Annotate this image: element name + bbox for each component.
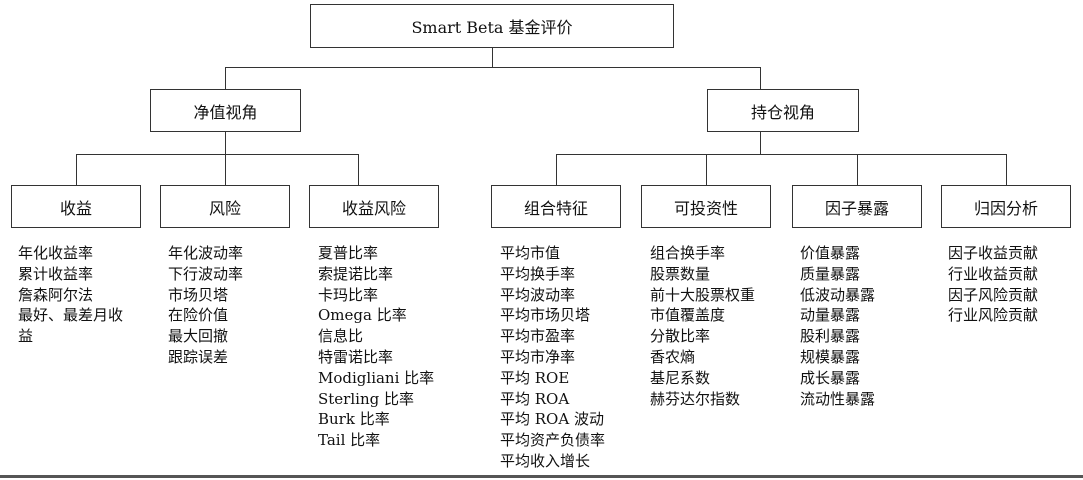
connector-nav-horizontal	[76, 154, 359, 155]
metric-item: 最大回撤	[168, 327, 229, 346]
metric-item: 分散比率	[650, 327, 711, 346]
metric-item: 规模暴露	[800, 347, 861, 366]
category-label-investability: 可投资性	[673, 198, 738, 218]
nav-perspective-node: 净值视角	[150, 89, 301, 132]
metric-item: 市值覆盖度	[650, 306, 726, 325]
category-node-portfolio: 组合特征	[491, 185, 621, 228]
evaluation-tree-diagram: Smart Beta 基金评价 净值视角 持仓视角 收益 风险 收益风险 组合特…	[0, 0, 1083, 480]
metric-item: 动量暴露	[800, 306, 861, 325]
metric-item: 质量暴露	[800, 264, 861, 283]
category-label-risk: 风险	[208, 198, 241, 218]
metric-item: 卡玛比率	[318, 285, 379, 304]
metric-item: 流动性暴露	[800, 389, 876, 408]
metric-item: 特雷诺比率	[318, 347, 394, 366]
metric-item: 因子风险贡献	[948, 285, 1039, 304]
connector-nav-down	[225, 132, 226, 154]
root-node: Smart Beta 基金评价	[310, 4, 674, 48]
metric-item: Sterling 比率	[318, 389, 414, 408]
metric-item: 平均收入增长	[500, 451, 591, 470]
metric-list-return: 年化收益率 累计收益率 詹森阿尔法 最好、最差月收益	[18, 243, 136, 347]
metric-item: 平均市盈率	[500, 327, 576, 346]
metric-item: 平均 ROA	[500, 389, 570, 408]
holding-perspective-node: 持仓视角	[707, 89, 859, 132]
connector-return-risk-up	[358, 154, 359, 185]
holding-perspective-label: 持仓视角	[750, 102, 815, 122]
connector-root-horizontal	[225, 67, 761, 68]
connector-factor-up	[857, 154, 858, 185]
category-node-return-risk: 收益风险	[309, 185, 439, 228]
metric-item: 因子收益贡献	[948, 244, 1039, 262]
connector-nav-up	[225, 67, 226, 89]
metric-item: 平均 ROA 波动	[500, 410, 604, 429]
metric-item: Burk 比率	[318, 410, 390, 429]
metric-item: 平均资产负债率	[500, 431, 606, 450]
metric-item: 下行波动率	[168, 264, 244, 283]
metric-item: 股票数量	[650, 264, 711, 283]
metric-item: 行业风险贡献	[948, 306, 1039, 325]
metric-item: 年化收益率	[18, 244, 94, 262]
metric-item: 累计收益率	[18, 264, 94, 283]
category-label-factor: 因子暴露	[824, 198, 889, 218]
connector-risk-up	[225, 154, 226, 185]
connector-attribution-up	[1006, 154, 1007, 185]
metric-item: 基尼系数	[650, 368, 711, 387]
metric-item: 平均换手率	[500, 264, 576, 283]
category-node-investability: 可投资性	[641, 185, 771, 228]
metric-item: Omega 比率	[318, 306, 407, 325]
metric-item: 低波动暴露	[800, 285, 876, 304]
root-node-label: Smart Beta 基金评价	[411, 18, 573, 37]
metric-item: 平均波动率	[500, 285, 576, 304]
connector-holding-down	[760, 132, 761, 154]
metric-item: 平均市净率	[500, 347, 576, 366]
metric-list-factor: 价值暴露 质量暴露 低波动暴露 动量暴露 股利暴露 规模暴露 成长暴露 流动性暴…	[800, 243, 875, 409]
metric-item: 成长暴露	[800, 368, 861, 387]
metric-list-risk: 年化波动率 下行波动率 市场贝塔 在险价值 最大回撤 跟踪误差	[168, 243, 243, 368]
metric-item: 詹森阿尔法	[18, 285, 94, 304]
connector-holding-up	[760, 67, 761, 89]
metric-item: 在险价值	[168, 306, 229, 325]
metric-item: 平均 ROE	[500, 368, 570, 387]
category-label-portfolio: 组合特征	[523, 198, 588, 218]
connector-portfolio-up	[556, 154, 557, 185]
category-node-risk: 风险	[160, 185, 290, 228]
category-node-attribution: 归因分析	[941, 185, 1071, 228]
metric-item: 前十大股票权重	[650, 285, 756, 304]
connector-root-down	[492, 48, 493, 67]
metric-item: 香农熵	[650, 347, 696, 366]
metric-list-investability: 组合换手率 股票数量 前十大股票权重 市值覆盖度 分散比率 香农熵 基尼系数 赫…	[650, 243, 755, 409]
metric-item: Tail 比率	[318, 431, 381, 450]
metric-item: 价值暴露	[800, 244, 861, 262]
category-node-factor: 因子暴露	[792, 185, 922, 228]
bottom-divider	[0, 475, 1083, 478]
connector-investability-up	[706, 154, 707, 185]
metric-list-portfolio: 平均市值 平均换手率 平均波动率 平均市场贝塔 平均市盈率 平均市净率 平均 R…	[500, 243, 605, 472]
metric-item: 夏普比率	[318, 244, 379, 262]
metric-list-attribution: 因子收益贡献 行业收益贡献 因子风险贡献 行业风险贡献	[948, 243, 1038, 326]
category-node-return: 收益	[11, 185, 141, 228]
metric-list-return-risk: 夏普比率 索提诺比率 卡玛比率 Omega 比率 信息比 特雷诺比率 Modig…	[318, 243, 434, 451]
metric-item: 赫芬达尔指数	[650, 389, 741, 408]
metric-item: Modigliani 比率	[318, 368, 435, 387]
connector-return-up	[76, 154, 77, 185]
nav-perspective-label: 净值视角	[193, 102, 258, 122]
category-label-attribution: 归因分析	[973, 198, 1038, 218]
metric-item: 索提诺比率	[318, 264, 394, 283]
category-label-return-risk: 收益风险	[341, 198, 406, 218]
metric-item: 跟踪误差	[168, 347, 229, 366]
metric-item: 股利暴露	[800, 327, 861, 346]
metric-item: 平均市场贝塔	[500, 306, 591, 325]
metric-item: 信息比	[318, 327, 364, 346]
metric-item: 平均市值	[500, 244, 561, 262]
metric-item: 市场贝塔	[168, 285, 229, 304]
connector-holding-horizontal	[556, 154, 1007, 155]
metric-item: 行业收益贡献	[948, 264, 1039, 283]
metric-item: 组合换手率	[650, 244, 726, 262]
category-label-return: 收益	[59, 198, 92, 218]
metric-item: 年化波动率	[168, 244, 244, 262]
metric-item: 最好、最差月收益	[18, 306, 124, 346]
